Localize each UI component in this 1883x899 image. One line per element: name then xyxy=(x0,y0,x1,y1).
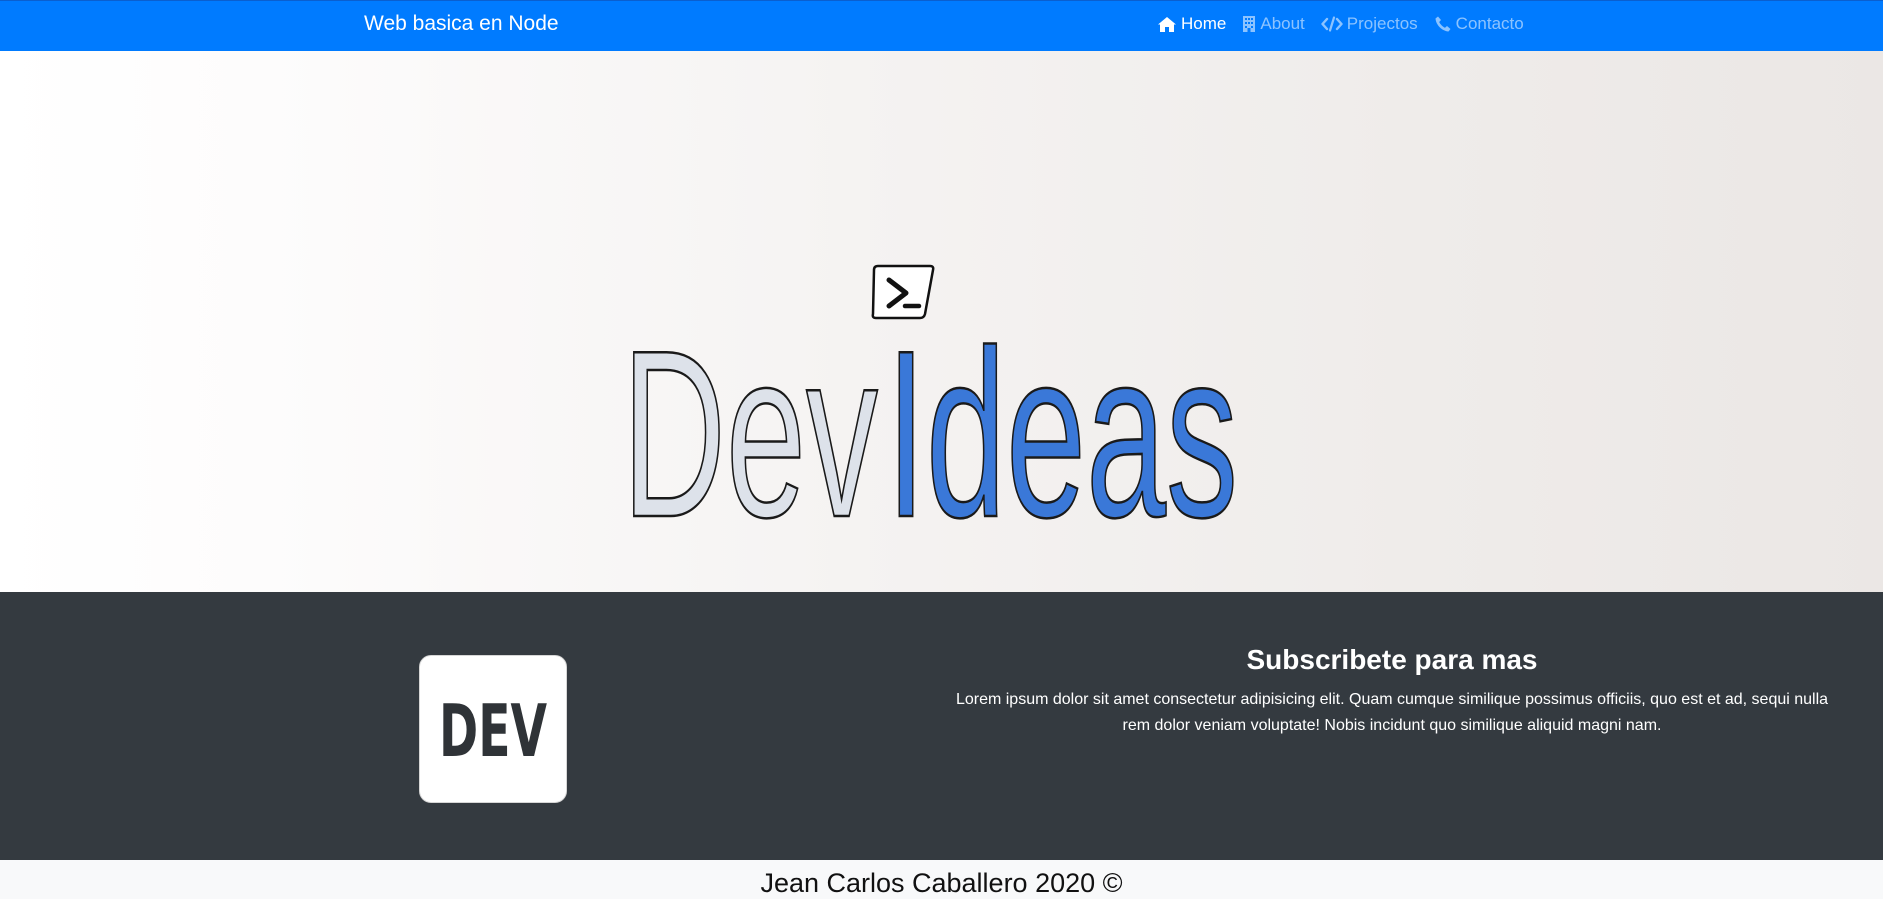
nav-item-label: Projectos xyxy=(1346,14,1418,33)
nav-item-label: About xyxy=(1260,14,1305,33)
logo-text-ideas: Ideas xyxy=(886,302,1238,522)
nav-item-projectos[interactable]: Projectos xyxy=(1321,13,1418,35)
dev-logo[interactable]: DEV xyxy=(419,655,567,803)
building-icon xyxy=(1242,15,1256,33)
navbar: Web basica en Node Home About Projectos … xyxy=(0,0,1883,51)
nav-item-about[interactable]: About xyxy=(1242,13,1305,35)
nav-item-label: Contacto xyxy=(1455,14,1524,33)
home-icon xyxy=(1157,16,1177,33)
phone-icon xyxy=(1434,15,1452,33)
dev-logo-text: DEV xyxy=(439,689,547,773)
subscribe-section: DEV Subscribete para mas Lorem ipsum dol… xyxy=(0,592,1883,860)
subscribe-description: Lorem ipsum dolor sit amet consectetur a… xyxy=(955,691,1829,734)
code-icon xyxy=(1321,16,1343,32)
nav-menu: Home About Projectos Contacto xyxy=(1157,13,1524,35)
logo-text-dev: Dev xyxy=(622,302,878,522)
subscribe-title: Subscribete para mas xyxy=(1246,644,1538,675)
navbar-brand[interactable]: Web basica en Node xyxy=(364,11,559,37)
footer-copyright: Jean Carlos Caballero 2020 © xyxy=(760,868,1123,898)
nav-item-contacto[interactable]: Contacto xyxy=(1434,13,1524,35)
nav-item-label: Home xyxy=(1181,14,1227,33)
nav-item-home[interactable]: Home xyxy=(1157,13,1226,35)
devideas-logo: Dev Ideas xyxy=(618,262,1248,568)
hero-section: Dev Ideas xyxy=(0,51,1883,592)
footer: Jean Carlos Caballero 2020 © xyxy=(0,860,1883,899)
